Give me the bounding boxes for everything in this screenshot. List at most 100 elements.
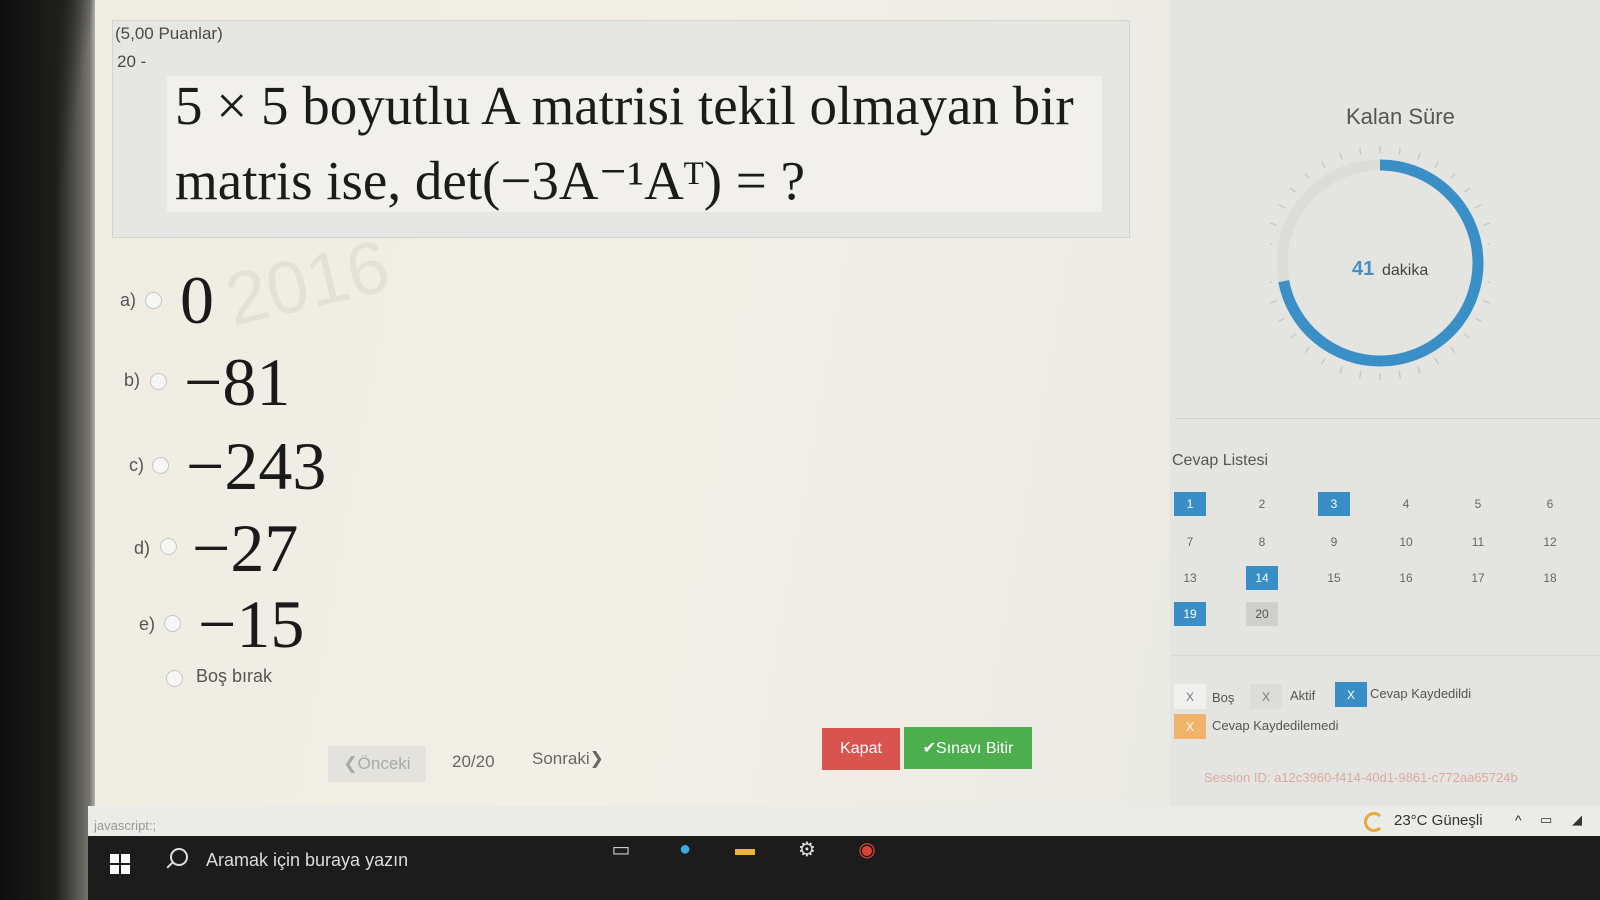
network-icon[interactable]: ◢ — [1572, 812, 1582, 828]
answer-list-item-1[interactable]: 1 — [1174, 492, 1206, 516]
blank-option-label[interactable]: Boş bırak — [196, 666, 272, 687]
blank-option-radio[interactable] — [166, 670, 183, 687]
timer-ring — [1270, 146, 1490, 380]
timer-tick — [1483, 222, 1490, 227]
watermark: 2016 — [217, 223, 397, 342]
timer-tick — [1398, 371, 1402, 379]
close-button[interactable]: Kapat — [822, 728, 900, 770]
monitor-bezel — [0, 0, 95, 900]
timer-tick — [1474, 203, 1482, 209]
legend-saved-box: X — [1335, 682, 1367, 707]
option-c-radio[interactable] — [152, 457, 169, 474]
legend-empty-box: X — [1174, 684, 1206, 709]
option-e-radio[interactable] — [164, 615, 181, 632]
answer-list-item-6[interactable]: 6 — [1534, 492, 1566, 516]
option-c-value[interactable]: −243 — [186, 432, 326, 500]
timer-tick — [1483, 299, 1490, 304]
timer-tick — [1320, 161, 1326, 169]
timer-tick — [1278, 203, 1286, 209]
timer-tick — [1488, 242, 1490, 245]
timer-tick — [1398, 147, 1402, 155]
answer-list-item-4[interactable]: 4 — [1390, 492, 1422, 516]
weather-sun-icon — [1364, 812, 1384, 832]
answer-list-item-12[interactable]: 12 — [1534, 530, 1566, 554]
timer-tick — [1320, 357, 1326, 365]
timer-tick — [1463, 187, 1471, 193]
settings-gear-icon[interactable]: ⚙ — [790, 832, 824, 866]
finish-exam-button[interactable]: ✔Sınavı Bitir — [904, 727, 1032, 769]
option-c-letter: c) — [129, 455, 144, 475]
answer-list-item-20[interactable]: 20 — [1246, 602, 1278, 626]
browser-status-text: javascript:; — [94, 818, 157, 833]
answer-list-item-18[interactable]: 18 — [1534, 566, 1566, 590]
answer-list-title: Cevap Listesi — [1172, 452, 1269, 469]
timer-tick — [1304, 172, 1310, 180]
option-e-value[interactable]: −15 — [198, 590, 304, 658]
timer-tick — [1358, 147, 1362, 155]
timer-tick — [1270, 222, 1277, 227]
answer-list-item-10[interactable]: 10 — [1390, 530, 1422, 554]
next-button[interactable]: Sonraki❯ — [532, 742, 612, 776]
chrome-browser-icon[interactable]: ◉ — [850, 832, 884, 866]
tray-chevron-icon[interactable]: ^ — [1515, 812, 1522, 828]
legend-not-saved-label: Cevap Kaydedilemedi — [1212, 718, 1339, 733]
timer-tick — [1474, 317, 1482, 323]
timer-title: Kalan Süre — [1346, 104, 1455, 129]
timer-tick — [1450, 346, 1456, 354]
legend-divider — [1172, 655, 1600, 656]
option-a-value[interactable]: 0 — [180, 266, 214, 334]
weather-text[interactable]: 23°C Güneşli — [1394, 812, 1483, 829]
answer-list-item-3[interactable]: 3 — [1318, 492, 1350, 516]
timer-tick — [1339, 366, 1344, 374]
battery-icon[interactable]: ▭ — [1540, 812, 1552, 828]
page-indicator: 20/20 — [452, 752, 495, 771]
answer-list-item-7[interactable]: 7 — [1174, 530, 1206, 554]
screen: (5,00 Puanlar) 20 - 5 × 5 boyutlu A matr… — [0, 0, 1600, 900]
answer-list-item-19[interactable]: 19 — [1174, 602, 1206, 626]
question-points: (5,00 Puanlar) — [115, 24, 223, 43]
option-a-radio[interactable] — [145, 292, 162, 309]
option-b-radio[interactable] — [150, 373, 167, 390]
timer-tick — [1270, 299, 1277, 304]
option-d-radio[interactable] — [160, 538, 177, 555]
windows-start-icon[interactable] — [110, 854, 130, 874]
prev-button[interactable]: ❮Önceki — [328, 746, 426, 782]
search-icon[interactable] — [170, 848, 188, 866]
timer-unit: dakika — [1382, 262, 1429, 279]
answer-list-item-14[interactable]: 14 — [1246, 566, 1278, 590]
option-d-letter: d) — [134, 538, 151, 558]
answer-list-item-13[interactable]: 13 — [1174, 566, 1206, 590]
legend-empty-label: Boş — [1212, 690, 1235, 705]
answer-list-item-2[interactable]: 2 — [1246, 492, 1278, 516]
option-b-letter: b) — [124, 370, 141, 390]
timer-tick — [1289, 333, 1297, 339]
panel-divider — [1175, 418, 1600, 419]
timer-ticks — [1270, 146, 1490, 380]
answer-list-item-15[interactable]: 15 — [1318, 566, 1350, 590]
answer-list-item-11[interactable]: 11 — [1462, 530, 1494, 554]
answer-list-item-8[interactable]: 8 — [1246, 530, 1278, 554]
answer-list-item-16[interactable]: 16 — [1390, 566, 1422, 590]
timer-tick — [1416, 152, 1421, 160]
legend-not-saved-box: X — [1174, 714, 1206, 739]
timer-tick — [1270, 242, 1272, 245]
option-d-value[interactable]: −27 — [192, 514, 298, 582]
legend-active-label: Aktif — [1290, 688, 1316, 703]
taskbar-search-input[interactable]: Aramak için buraya yazın — [206, 850, 408, 871]
timer-value: 41 — [1352, 258, 1375, 280]
answer-list-item-5[interactable]: 5 — [1462, 492, 1494, 516]
timer-tick — [1278, 317, 1286, 323]
question-number: 20 - — [117, 52, 147, 71]
edge-browser-icon[interactable]: ● — [668, 832, 702, 866]
timer-tick — [1434, 357, 1440, 365]
option-b-value[interactable]: −81 — [184, 348, 290, 416]
timer-tick — [1358, 371, 1362, 379]
answer-list-item-9[interactable]: 9 — [1318, 530, 1350, 554]
task-view-icon[interactable]: ▭ — [604, 832, 638, 866]
timer-tick — [1339, 152, 1344, 160]
timer-tick — [1463, 333, 1471, 339]
file-explorer-icon[interactable]: ▬ — [728, 832, 762, 866]
timer-tick — [1270, 281, 1272, 284]
answer-list-item-17[interactable]: 17 — [1462, 566, 1494, 590]
timer-tick — [1304, 346, 1310, 354]
